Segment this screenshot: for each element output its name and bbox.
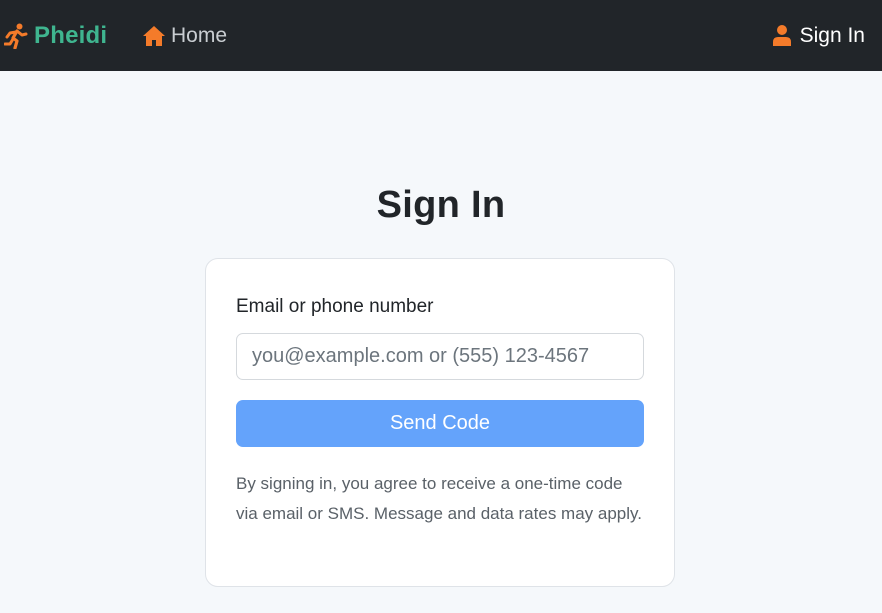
brand-link[interactable]: Pheidi [4,0,107,71]
email-phone-label: Email or phone number [236,296,434,317]
signin-card: Email or phone number Send Code By signi… [205,258,675,587]
send-code-button[interactable]: Send Code [236,400,644,447]
brand-name: Pheidi [34,21,108,49]
house-icon [143,25,165,46]
nav-home-label: Home [171,23,228,47]
top-navbar: Pheidi Home Sign In [0,0,882,71]
page-title: Sign In [376,184,506,226]
disclaimer-text: By signing in, you agree to receive a on… [236,474,642,523]
user-icon [772,25,791,46]
running-person-icon [4,23,28,49]
email-phone-input[interactable] [236,333,644,380]
nav-signin-link[interactable]: Sign In [772,0,865,71]
nav-home-link[interactable]: Home [142,0,227,71]
nav-signin-label: Sign In [799,23,865,47]
